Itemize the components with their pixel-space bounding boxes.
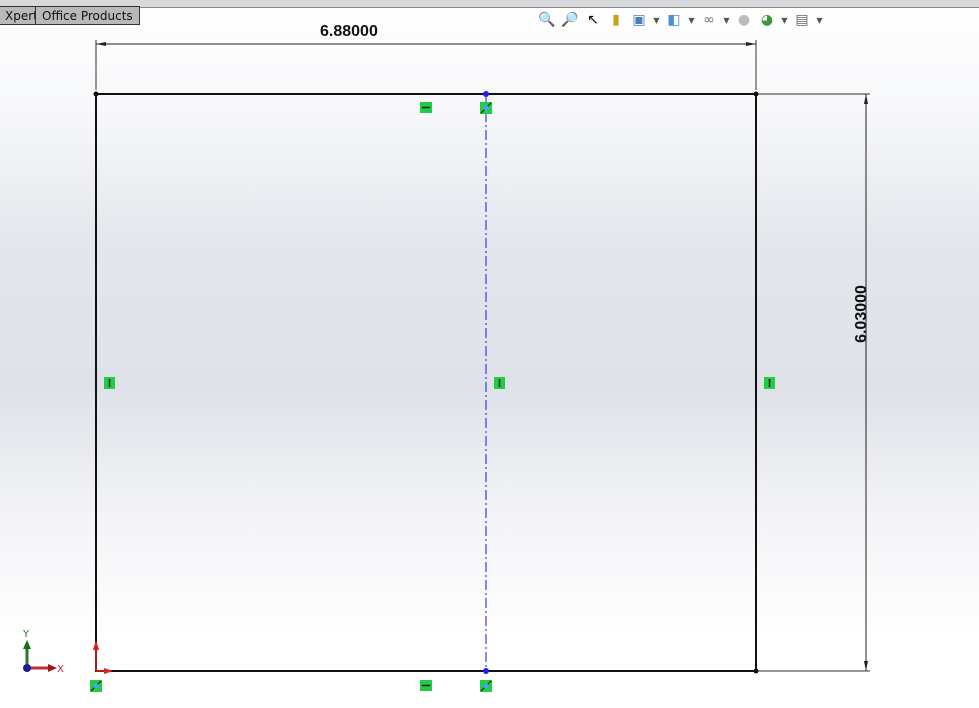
vertical-relation-icon[interactable]	[764, 377, 775, 389]
corner-point[interactable]	[753, 668, 759, 674]
sketch-canvas[interactable]: Y X	[0, 0, 979, 708]
triad-y-label: Y	[22, 629, 30, 640]
vertical-relation-icon[interactable]	[104, 377, 115, 389]
width-dimension-value[interactable]: 6.88000	[320, 23, 378, 41]
coincident-relation-icon[interactable]	[480, 102, 492, 114]
reference-triad: Y X	[22, 629, 64, 675]
corner-point[interactable]	[753, 91, 759, 97]
corner-point[interactable]	[93, 91, 99, 97]
coincident-relation-icon[interactable]	[480, 680, 492, 692]
triad-x-label: X	[57, 664, 64, 675]
centerline-endpoint[interactable]	[483, 91, 489, 97]
sketch-origin[interactable]	[93, 640, 113, 674]
width-dimension[interactable]	[95, 40, 757, 90]
centerline-endpoint[interactable]	[483, 668, 489, 674]
sketch-rectangle[interactable]	[95, 93, 757, 672]
horizontal-relation-icon[interactable]	[420, 102, 432, 113]
vertical-relation-icon[interactable]	[494, 377, 505, 389]
height-dimension-value[interactable]: 6.03000	[853, 276, 871, 352]
horizontal-relation-icon[interactable]	[420, 680, 432, 691]
fixed-relation-icon[interactable]	[90, 680, 102, 692]
